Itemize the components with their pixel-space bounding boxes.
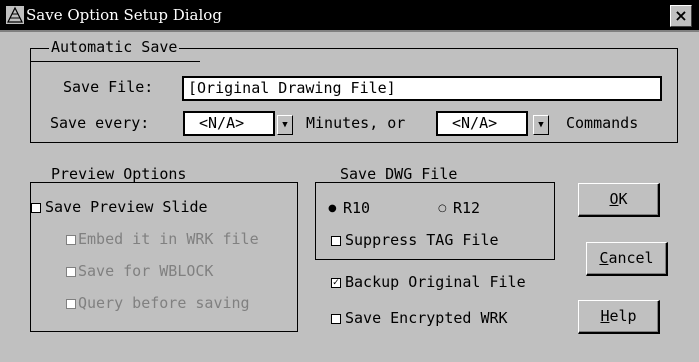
- suppress-tag-label[interactable]: Suppress TAG File: [345, 231, 499, 249]
- preview-options-underline: [30, 182, 264, 183]
- close-button[interactable]: ×: [670, 5, 692, 27]
- query-before-saving-label[interactable]: Query before saving: [78, 294, 250, 312]
- minutes-dropdown-icon[interactable]: ▼: [277, 115, 293, 135]
- cancel-button[interactable]: Cancel: [586, 242, 668, 276]
- ok-mnemonic: O: [609, 190, 619, 208]
- ok-button[interactable]: OK: [578, 183, 660, 217]
- automatic-save-label: Automatic Save: [49, 38, 180, 56]
- preview-options-label: Preview Options: [49, 165, 189, 183]
- app-icon: [6, 6, 24, 24]
- r10-radio-icon[interactable]: ●: [328, 204, 337, 214]
- r12-radio-icon[interactable]: ○: [438, 204, 447, 214]
- embed-wrk-label[interactable]: Embed it in WRK file: [78, 230, 259, 248]
- r10-label[interactable]: R10: [343, 199, 370, 217]
- save-preview-slide-checkbox[interactable]: [31, 203, 41, 213]
- save-preview-slide-label[interactable]: Save Preview Slide: [45, 198, 208, 216]
- r12-label[interactable]: R12: [453, 199, 480, 217]
- save-file-field[interactable]: [Original Drawing File]: [182, 76, 662, 101]
- commands-dropdown[interactable]: <N/A>: [436, 111, 528, 136]
- window-title: Save Option Setup Dialog: [26, 6, 222, 24]
- backup-original-checkbox[interactable]: ✓: [331, 278, 341, 288]
- query-before-saving-checkbox[interactable]: [66, 299, 76, 309]
- commands-dropdown-icon[interactable]: ▼: [533, 115, 549, 135]
- automatic-save-underline: [30, 61, 200, 62]
- save-dwg-underline: [315, 182, 485, 183]
- save-encrypted-label[interactable]: Save Encrypted WRK: [345, 309, 508, 327]
- minutes-suffix: Minutes, or: [306, 114, 406, 132]
- save-encrypted-checkbox[interactable]: [331, 314, 341, 324]
- minutes-dropdown[interactable]: <N/A>: [183, 111, 275, 136]
- ok-rest: K: [618, 190, 628, 208]
- save-every-label: Save every:: [50, 114, 150, 132]
- suppress-tag-checkbox[interactable]: [331, 236, 341, 246]
- save-wblock-checkbox[interactable]: [66, 267, 76, 277]
- help-rest: elp: [609, 307, 637, 325]
- cancel-rest: ancel: [608, 249, 654, 267]
- save-wblock-label[interactable]: Save for WBLOCK: [78, 262, 213, 280]
- save-file-label: Save File:: [63, 78, 154, 96]
- backup-original-label[interactable]: Backup Original File: [345, 273, 526, 291]
- help-button[interactable]: Help: [578, 300, 660, 334]
- embed-wrk-checkbox[interactable]: [66, 235, 76, 245]
- commands-suffix: Commands: [566, 114, 639, 132]
- save-dwg-label: Save DWG File: [338, 165, 460, 183]
